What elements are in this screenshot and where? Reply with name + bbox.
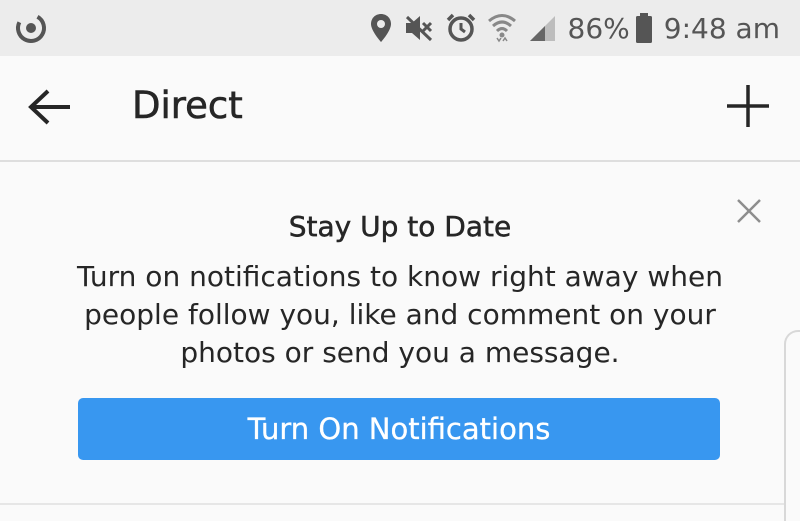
- location-icon: [370, 13, 392, 43]
- status-icons: 86% 9:48 am: [370, 0, 780, 56]
- notifications-prompt: Stay Up to Date Turn on notifications to…: [0, 162, 800, 500]
- turn-on-notifications-button[interactable]: Turn On Notifications: [78, 398, 720, 460]
- arrow-left-icon: [28, 89, 72, 130]
- prompt-body: Turn on notifications to know right away…: [77, 260, 723, 369]
- status-bar: 86% 9:48 am: [0, 0, 800, 56]
- sync-icon: [14, 11, 48, 45]
- wifi-icon: [487, 13, 516, 43]
- overscroll-edge: [784, 330, 800, 521]
- battery-percent: 86%: [567, 11, 630, 45]
- app-bar: Direct: [0, 56, 800, 162]
- direct-screen: 86% 9:48 am Direct Stay Up to Date Turn …: [0, 0, 800, 521]
- mute-icon: [404, 14, 434, 42]
- prompt-title: Stay Up to Date: [288, 210, 512, 244]
- alarm-icon: [446, 13, 476, 43]
- back-button[interactable]: [22, 83, 78, 135]
- signal-icon: [528, 14, 556, 42]
- battery-group: 86%: [568, 12, 652, 45]
- divider: [0, 503, 800, 505]
- battery-icon: [635, 13, 652, 43]
- new-message-button[interactable]: [720, 80, 776, 136]
- plus-icon: [725, 83, 771, 134]
- page-title: Direct: [132, 84, 243, 128]
- status-time: 9:48 am: [663, 11, 780, 45]
